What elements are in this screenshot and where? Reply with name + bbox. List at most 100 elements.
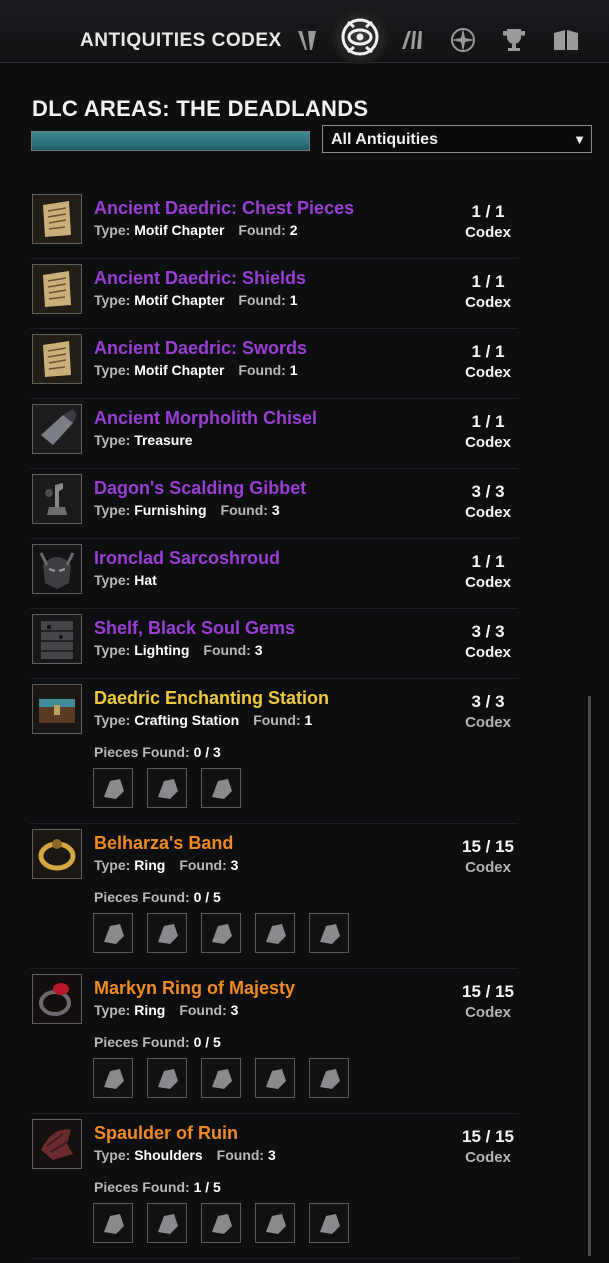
found-value: 3 [271,502,280,518]
stone-piece-icon[interactable] [201,768,241,808]
stone-fragment-icon[interactable] [309,1058,349,1098]
found-label: Found: [216,1147,265,1163]
found-value: 2 [289,222,298,238]
spike-fragment-icon[interactable] [147,1203,187,1243]
found-label: Found: [179,857,227,873]
type-value: Hat [134,572,157,588]
filter-dropdown[interactable]: All Antiquities ▼ [322,125,592,153]
antiquity-name: Spaulder of Ruin [94,1123,238,1143]
antiquity-meta: Type: Ring Found: 3 [94,1002,238,1018]
codex-link[interactable]: Codex [458,1004,518,1021]
scroll-icon [32,334,82,384]
codex-icon[interactable] [331,10,389,64]
scroll-icon [32,194,82,244]
trophy-icon[interactable] [494,20,534,60]
plate-fragment-icon[interactable] [309,1203,349,1243]
gem-fragment-icon[interactable] [147,913,187,953]
compass-icon[interactable] [443,20,483,60]
antiquity-meta: Type: Crafting Station Found: 1 [94,712,312,728]
antiquity-name: Ironclad Sarcoshroud [94,548,281,568]
torc-fragment-icon[interactable] [147,1058,187,1098]
progress-bar [31,131,310,151]
codex-link[interactable]: Codex [458,364,518,381]
type-label: Type: [94,1002,131,1018]
antiquity-name: Markyn Ring of Majesty [94,978,296,998]
ring-fragment-icon[interactable] [93,913,133,953]
scrollbar[interactable] [588,696,591,1256]
lead-count: 3 / 3 [471,482,505,501]
codex-link[interactable]: Codex [458,504,518,521]
antiquity-meta: Type: Shoulders Found: 3 [94,1147,276,1163]
antiquity-row[interactable]: Ironclad Sarcoshroud Type: Hat 1 / 1 Codex [30,538,518,609]
codex-link[interactable]: Codex [458,224,518,241]
antiquity-meta: Type: Hat [94,572,157,588]
codex-link[interactable]: Codex [458,294,518,311]
antiquity-row[interactable]: Daedric Enchanting Station Type: Crafting… [30,678,518,824]
pieces-found-value: 0 / 3 [193,744,221,760]
antiquity-meta: Type: Lighting Found: 3 [94,642,263,658]
band-fragment-icon[interactable] [93,1058,133,1098]
pieces-found-label: Pieces Found: [94,889,190,905]
found-value: 3 [230,857,239,873]
pieces-found-value: 0 / 5 [193,1034,221,1050]
antiquity-name: Ancient Daedric: Shields [94,268,307,288]
codex-link[interactable]: Codex [458,859,518,876]
clasp-fragment-icon[interactable] [255,913,295,953]
app-title: ANTIQUITIES CODEX [80,30,282,51]
found-label: Found: [203,642,251,658]
antiquity-row[interactable]: Ancient Daedric: Shields Type: Motif Chap… [30,258,518,329]
antiquity-row[interactable]: Belharza's Band Type: Ring Found: 3 15 / 15… [30,823,518,969]
red-ring-icon [32,974,82,1024]
pieces-found: Pieces Found: 1 / 5 [94,1179,221,1195]
antiquity-meta: Type: Motif Chapter Found: 2 [94,222,298,238]
horn-fragment-icon[interactable] [93,1203,133,1243]
pieces-row [93,1058,349,1098]
antiquity-row[interactable]: Ancient Daedric: Swords Type: Motif Chapt… [30,328,518,399]
codex-link[interactable]: Codex [458,714,518,731]
pieces-row [93,768,241,808]
found-value: 1 [304,712,313,728]
spider-piece-icon[interactable] [147,768,187,808]
top-bar: ANTIQUITIES CODEX [0,0,609,64]
type-value: Ring [134,857,166,873]
antiquity-name: Shelf, Black Soul Gems [94,618,296,638]
found-label: Found: [238,222,286,238]
antiquity-row[interactable]: Spaulder of Ruin Type: Shoulders Found: 3 1… [30,1113,518,1259]
type-value: Lighting [134,642,190,658]
scrying-icon[interactable] [287,20,327,60]
table-piece-icon[interactable] [93,768,133,808]
antiquity-row[interactable]: Ancient Morpholith Chisel Type: Treasure 1… [30,398,518,469]
antiquity-row[interactable]: Dagon's Scalding Gibbet Type: Furnishing F… [30,468,518,539]
type-label: Type: [94,362,131,378]
gem-fragment-icon[interactable] [255,1058,295,1098]
antiquity-row[interactable]: Markyn Ring of Majesty Type: Ring Found: 3… [30,968,518,1114]
codex-link[interactable]: Codex [458,434,518,451]
antiquity-meta: Type: Furnishing Found: 3 [94,502,280,518]
antiquity-meta: Type: Ring Found: 3 [94,857,238,873]
lead-count: 1 / 1 [471,272,505,291]
shard-fragment-icon[interactable] [309,913,349,953]
ring-icon [32,829,82,879]
journal-icon[interactable] [392,20,432,60]
codex-link[interactable]: Codex [458,574,518,591]
type-value: Shoulders [134,1147,203,1163]
lead-count: 1 / 1 [471,552,505,571]
type-value: Motif Chapter [134,222,225,238]
pieces-found-label: Pieces Found: [94,744,190,760]
section-title: DLC AREAS: THE DEADLANDS [32,96,369,121]
band-fragment-icon[interactable] [201,913,241,953]
codex-link[interactable]: Codex [458,1149,518,1166]
pieces-found-value: 1 / 5 [193,1179,221,1195]
codex-link[interactable]: Codex [458,644,518,661]
book-icon[interactable] [546,20,586,60]
antiquity-row[interactable]: Ancient Daedric: Chest Pieces Type: Motif… [30,188,518,259]
ore-fragment-icon[interactable] [201,1058,241,1098]
lead-count: 15 / 15 [462,1127,514,1146]
found-value: 3 [230,1002,239,1018]
emblem-fragment-icon[interactable] [201,1203,241,1243]
antiquity-row[interactable]: Shelf, Black Soul Gems Type: Lighting Foun… [30,608,518,679]
gibbet-icon [32,474,82,524]
bell-fragment-icon[interactable] [255,1203,295,1243]
pieces-found-label: Pieces Found: [94,1034,190,1050]
lead-count: 15 / 15 [462,982,514,1001]
